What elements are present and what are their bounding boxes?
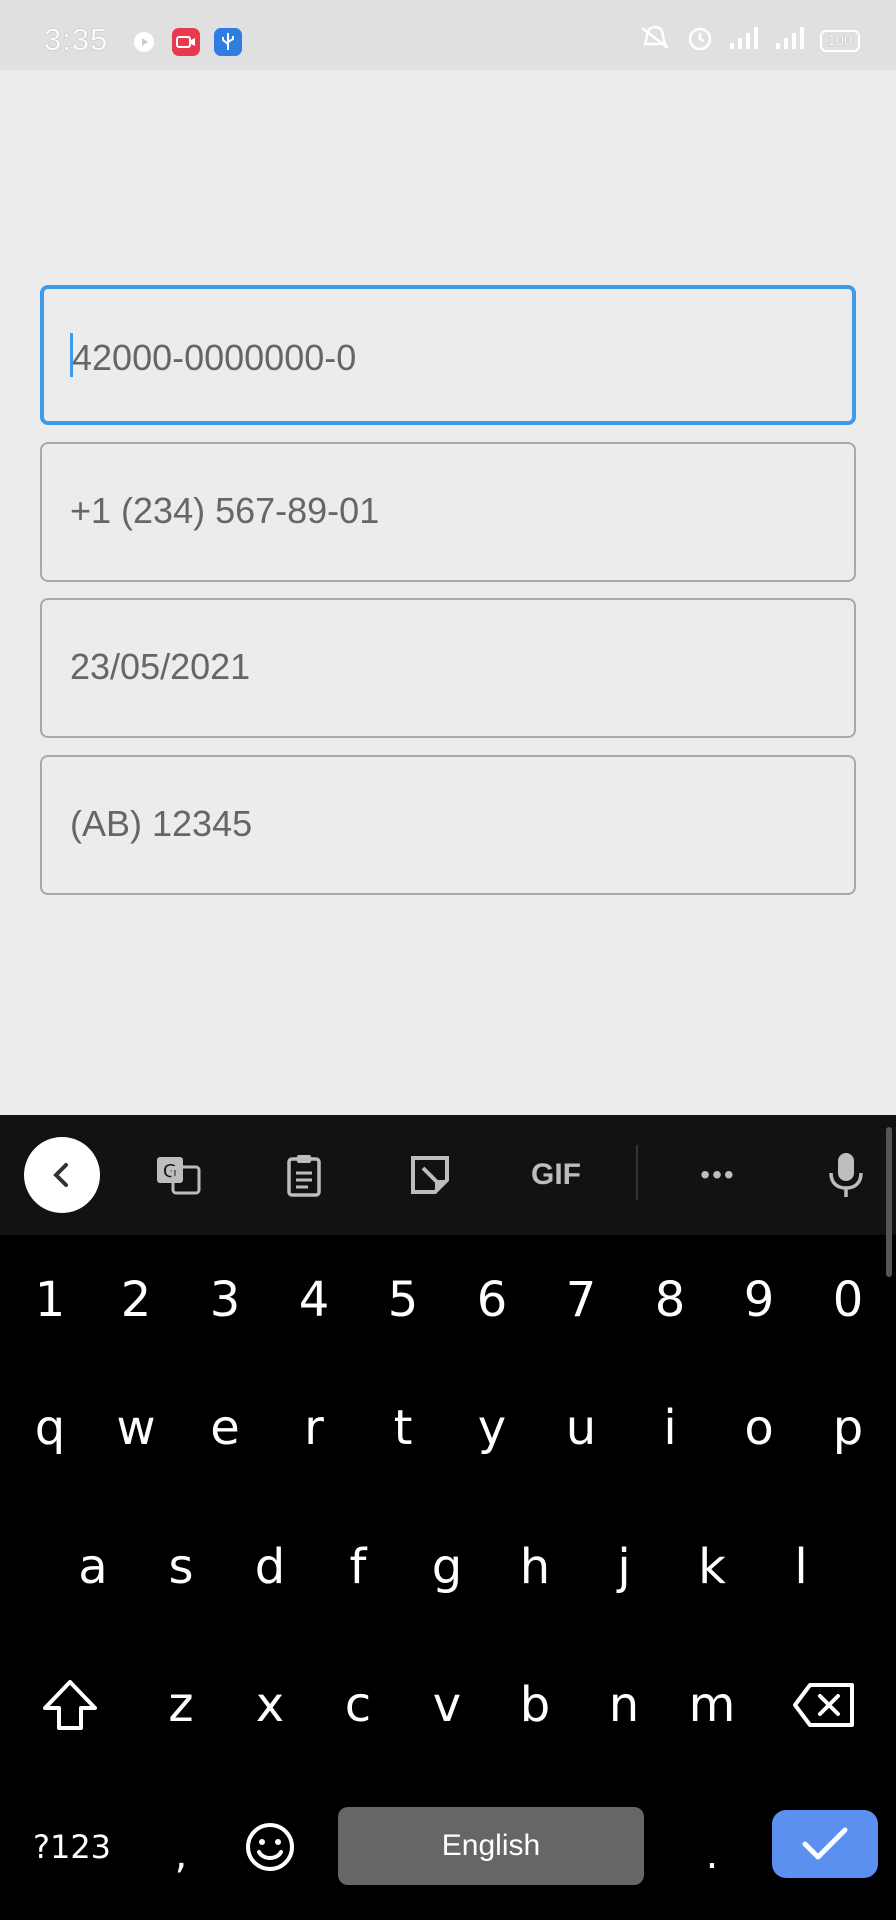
- symbols-key[interactable]: ?123: [22, 1797, 122, 1897]
- keyboard-toolbar: G GIF •••: [0, 1115, 896, 1235]
- mic-icon[interactable]: [808, 1137, 884, 1213]
- soft-keyboard: G GIF ••• 1 2 3 4 5 6 7 8 9 0 q w e r t …: [0, 1115, 896, 1920]
- more-icon[interactable]: •••: [680, 1137, 756, 1213]
- comma-key[interactable]: ,: [141, 1805, 221, 1905]
- alarm-icon: [686, 24, 714, 57]
- usb-icon: [214, 28, 242, 56]
- key-w[interactable]: w: [96, 1378, 176, 1478]
- status-icons: 100: [638, 24, 860, 57]
- key-4[interactable]: 4: [274, 1250, 354, 1350]
- key-p[interactable]: p: [808, 1378, 888, 1478]
- key-s[interactable]: s: [141, 1517, 221, 1617]
- field-value: 42000-0000000-0: [72, 337, 357, 378]
- clipboard-icon[interactable]: [266, 1137, 342, 1213]
- key-5[interactable]: 5: [363, 1250, 443, 1350]
- battery-indicator: 100: [820, 29, 860, 52]
- phone-input-field[interactable]: +1 (234) 567-89-01: [40, 442, 856, 582]
- key-h[interactable]: h: [495, 1517, 575, 1617]
- field-value: (AB) 12345: [70, 803, 253, 844]
- sticker-icon[interactable]: [392, 1137, 468, 1213]
- key-a[interactable]: a: [53, 1517, 133, 1617]
- signal-icon: [774, 25, 806, 56]
- key-2[interactable]: 2: [96, 1250, 176, 1350]
- status-time: 3:35: [44, 22, 109, 57]
- media-icon: [130, 28, 158, 56]
- emoji-icon[interactable]: [230, 1797, 310, 1897]
- key-r[interactable]: r: [274, 1378, 354, 1478]
- masked-input-field-1[interactable]: 42000-0000000-0: [40, 285, 856, 425]
- key-9[interactable]: 9: [719, 1250, 799, 1350]
- key-y[interactable]: y: [452, 1378, 532, 1478]
- enter-button[interactable]: [772, 1810, 878, 1878]
- key-7[interactable]: 7: [541, 1250, 621, 1350]
- field-value: 23/05/2021: [70, 646, 251, 687]
- key-x[interactable]: x: [230, 1655, 310, 1755]
- checkmark-icon: [802, 1827, 848, 1860]
- toolbar-divider: [636, 1145, 638, 1200]
- key-0[interactable]: 0: [808, 1250, 888, 1350]
- key-q[interactable]: q: [10, 1378, 90, 1478]
- shift-icon[interactable]: [30, 1655, 110, 1755]
- key-j[interactable]: j: [584, 1517, 664, 1617]
- key-m[interactable]: m: [672, 1655, 752, 1755]
- space-bar[interactable]: English: [338, 1807, 644, 1885]
- screen-record-icon: [172, 28, 200, 56]
- key-g[interactable]: g: [407, 1517, 487, 1617]
- key-1[interactable]: 1: [10, 1250, 90, 1350]
- key-z[interactable]: z: [141, 1655, 221, 1755]
- key-3[interactable]: 3: [185, 1250, 265, 1350]
- key-n[interactable]: n: [584, 1655, 664, 1755]
- key-6[interactable]: 6: [452, 1250, 532, 1350]
- key-8[interactable]: 8: [630, 1250, 710, 1350]
- key-l[interactable]: l: [761, 1517, 841, 1617]
- key-f[interactable]: f: [318, 1517, 398, 1617]
- gif-button[interactable]: GIF: [518, 1137, 594, 1213]
- translate-icon[interactable]: G: [140, 1137, 216, 1213]
- period-key[interactable]: .: [672, 1805, 752, 1905]
- signal-icon: [728, 25, 760, 56]
- key-u[interactable]: u: [541, 1378, 621, 1478]
- key-c[interactable]: c: [318, 1655, 398, 1755]
- status-bar: 3:35 100: [0, 0, 896, 70]
- field-value: +1 (234) 567-89-01: [70, 490, 380, 531]
- key-o[interactable]: o: [719, 1378, 799, 1478]
- svg-text:G: G: [163, 1161, 177, 1182]
- code-input-field[interactable]: (AB) 12345: [40, 755, 856, 895]
- key-i[interactable]: i: [630, 1378, 710, 1478]
- backspace-icon[interactable]: [784, 1655, 864, 1755]
- silent-icon: [638, 24, 672, 57]
- back-icon[interactable]: [24, 1137, 100, 1213]
- key-e[interactable]: e: [185, 1378, 265, 1478]
- key-t[interactable]: t: [363, 1378, 443, 1478]
- key-b[interactable]: b: [495, 1655, 575, 1755]
- key-k[interactable]: k: [672, 1517, 752, 1617]
- key-v[interactable]: v: [407, 1655, 487, 1755]
- key-d[interactable]: d: [230, 1517, 310, 1617]
- date-input-field[interactable]: 23/05/2021: [40, 598, 856, 738]
